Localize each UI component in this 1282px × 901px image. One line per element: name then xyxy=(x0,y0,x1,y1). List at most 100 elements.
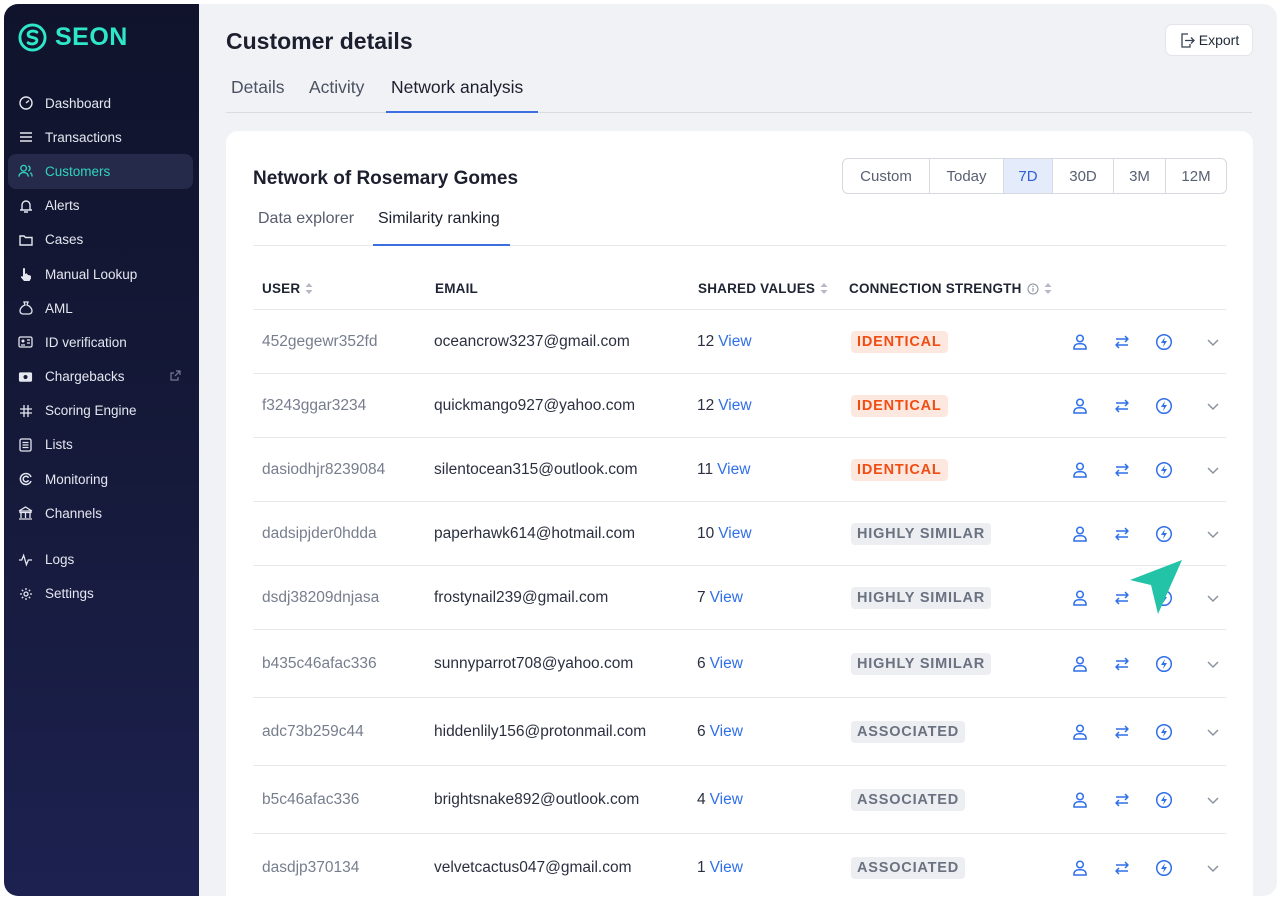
user-profile-icon[interactable] xyxy=(1071,655,1089,673)
lightning-icon[interactable] xyxy=(1155,525,1173,543)
sidebar-item-manual-lookup[interactable]: Manual Lookup xyxy=(8,257,193,291)
lightning-icon[interactable] xyxy=(1155,655,1173,673)
table-row[interactable]: 452gegewr352fd oceancrow3237@gmail.com 12 V… xyxy=(253,310,1226,374)
transactions-icon[interactable] xyxy=(1113,333,1131,351)
sidebar-item-channels[interactable]: Channels xyxy=(8,496,193,530)
view-link[interactable]: View xyxy=(717,461,750,478)
lightning-icon[interactable] xyxy=(1155,397,1173,415)
user-profile-icon[interactable] xyxy=(1071,461,1089,479)
range-30d[interactable]: 30D xyxy=(1053,159,1114,193)
strength-cell: IDENTICAL xyxy=(851,394,948,417)
table-row[interactable]: dasdjp370134 velvetcactus047@gmail.com 1 Vi… xyxy=(253,834,1226,896)
sidebar-item-chargebacks[interactable]: Chargebacks xyxy=(8,360,193,394)
sidebar-item-alerts[interactable]: Alerts xyxy=(8,189,193,223)
sidebar-item-dashboard[interactable]: Dashboard xyxy=(8,86,193,120)
view-link[interactable]: View xyxy=(710,723,743,740)
user-id[interactable]: f3243ggar3234 xyxy=(262,397,366,415)
pulse-icon xyxy=(18,552,33,567)
user-id[interactable]: dsdj38209dnjasa xyxy=(262,589,379,607)
connection-strength-badge: ASSOCIATED xyxy=(851,720,965,743)
column-header-connection-strength[interactable]: CONNECTION STRENGTH xyxy=(849,281,1052,296)
lightning-icon[interactable] xyxy=(1155,333,1173,351)
chevron-down-icon[interactable] xyxy=(1206,861,1220,875)
transactions-icon[interactable] xyxy=(1113,397,1131,415)
chevron-down-icon[interactable] xyxy=(1206,527,1220,541)
table-row[interactable]: dsdj38209dnjasa frostynail239@gmail.com 7 V… xyxy=(253,566,1226,630)
chevron-down-icon[interactable] xyxy=(1206,725,1220,739)
tab-activity[interactable]: Activity xyxy=(304,74,369,113)
shared-count: 12 xyxy=(697,396,715,414)
transactions-icon[interactable] xyxy=(1113,723,1131,741)
table-row[interactable]: dasiodhjr8239084 silentocean315@outlook.c… xyxy=(253,438,1226,502)
chevron-down-icon[interactable] xyxy=(1206,657,1220,671)
user-id[interactable]: 452gegewr352fd xyxy=(262,333,378,351)
lightning-icon[interactable] xyxy=(1155,791,1173,809)
info-icon[interactable] xyxy=(1027,283,1039,295)
user-id[interactable]: adc73b259c44 xyxy=(262,723,364,741)
table-row[interactable]: f3243ggar3234 quickmango927@yahoo.com 12 Vi… xyxy=(253,374,1226,438)
view-link[interactable]: View xyxy=(710,791,743,808)
user-profile-icon[interactable] xyxy=(1071,525,1089,543)
transactions-icon[interactable] xyxy=(1113,525,1131,543)
chevron-down-icon[interactable] xyxy=(1206,399,1220,413)
chevron-down-icon[interactable] xyxy=(1206,463,1220,477)
user-profile-icon[interactable] xyxy=(1071,859,1089,877)
user-profile-icon[interactable] xyxy=(1071,333,1089,351)
user-profile-icon[interactable] xyxy=(1071,791,1089,809)
table-row[interactable]: b435c46afac336 sunnyparrot708@yahoo.com 6 V… xyxy=(253,630,1226,698)
table-row[interactable]: adc73b259c44 hiddenlily156@protonmail.com… xyxy=(253,698,1226,766)
sidebar-item-scoring-engine[interactable]: Scoring Engine xyxy=(8,394,193,428)
user-profile-icon[interactable] xyxy=(1071,723,1089,741)
tab-similarity-ranking[interactable]: Similarity ranking xyxy=(373,206,510,246)
lightning-icon[interactable] xyxy=(1155,859,1173,877)
user-email: hiddenlily156@protonmail.com xyxy=(434,722,647,740)
sidebar-item-monitoring[interactable]: Monitoring xyxy=(8,462,193,496)
chevron-down-icon[interactable] xyxy=(1206,591,1220,605)
sidebar-item-aml[interactable]: AML xyxy=(8,291,193,325)
view-link[interactable]: View xyxy=(710,589,743,606)
transactions-icon[interactable] xyxy=(1113,791,1131,809)
view-link[interactable]: View xyxy=(718,333,751,350)
user-profile-icon[interactable] xyxy=(1071,397,1089,415)
view-link[interactable]: View xyxy=(710,859,743,876)
range-12m[interactable]: 12M xyxy=(1166,159,1226,193)
chevron-down-icon[interactable] xyxy=(1206,335,1220,349)
user-id[interactable]: dasiodhjr8239084 xyxy=(262,461,385,479)
sidebar-item-cases[interactable]: Cases xyxy=(8,223,193,257)
user-id[interactable]: dasdjp370134 xyxy=(262,859,359,877)
sidebar-item-logs[interactable]: Logs xyxy=(8,542,193,576)
sidebar-item-lists[interactable]: Lists xyxy=(8,428,193,462)
user-id[interactable]: dadsipjder0hdda xyxy=(262,525,377,543)
view-link[interactable]: View xyxy=(718,397,751,414)
table-row[interactable]: b5c46afac336 brightsnake892@outlook.com 4 V… xyxy=(253,766,1226,834)
transactions-icon[interactable] xyxy=(1113,859,1131,877)
tab-data-explorer[interactable]: Data explorer xyxy=(253,206,359,246)
tab-details[interactable]: Details xyxy=(226,74,290,113)
transactions-icon[interactable] xyxy=(1113,655,1131,673)
table-row[interactable]: dadsipjder0hdda paperhawk614@hotmail.com 1… xyxy=(253,502,1226,566)
seon-logo[interactable]: SEON xyxy=(18,23,128,52)
column-header-shared-values[interactable]: SHARED VALUES xyxy=(698,281,828,296)
sidebar-item-id-verification[interactable]: ID verification xyxy=(8,325,193,359)
tab-network-analysis[interactable]: Network analysis xyxy=(386,74,538,113)
user-profile-icon[interactable] xyxy=(1071,589,1089,607)
view-link[interactable]: View xyxy=(718,525,751,542)
range-7d[interactable]: 7D xyxy=(1004,159,1053,193)
export-button[interactable]: Export xyxy=(1165,24,1253,56)
user-id[interactable]: b5c46afac336 xyxy=(262,791,359,809)
lightning-icon[interactable] xyxy=(1155,461,1173,479)
range-3m[interactable]: 3M xyxy=(1114,159,1166,193)
sidebar-item-settings[interactable]: Settings xyxy=(8,577,193,611)
strength-cell: HIGHLY SIMILAR xyxy=(851,522,992,545)
user-id[interactable]: b435c46afac336 xyxy=(262,655,377,673)
range-today[interactable]: Today xyxy=(930,159,1004,193)
range-custom[interactable]: Custom xyxy=(843,159,930,193)
lightning-icon[interactable] xyxy=(1155,723,1173,741)
shared-values-cell: 12 View xyxy=(697,397,752,415)
view-link[interactable]: View xyxy=(710,655,743,672)
sidebar-item-transactions[interactable]: Transactions xyxy=(8,120,193,154)
column-header-user[interactable]: USER xyxy=(262,281,313,296)
transactions-icon[interactable] xyxy=(1113,461,1131,479)
sidebar-item-customers[interactable]: Customers xyxy=(8,154,193,189)
chevron-down-icon[interactable] xyxy=(1206,793,1220,807)
